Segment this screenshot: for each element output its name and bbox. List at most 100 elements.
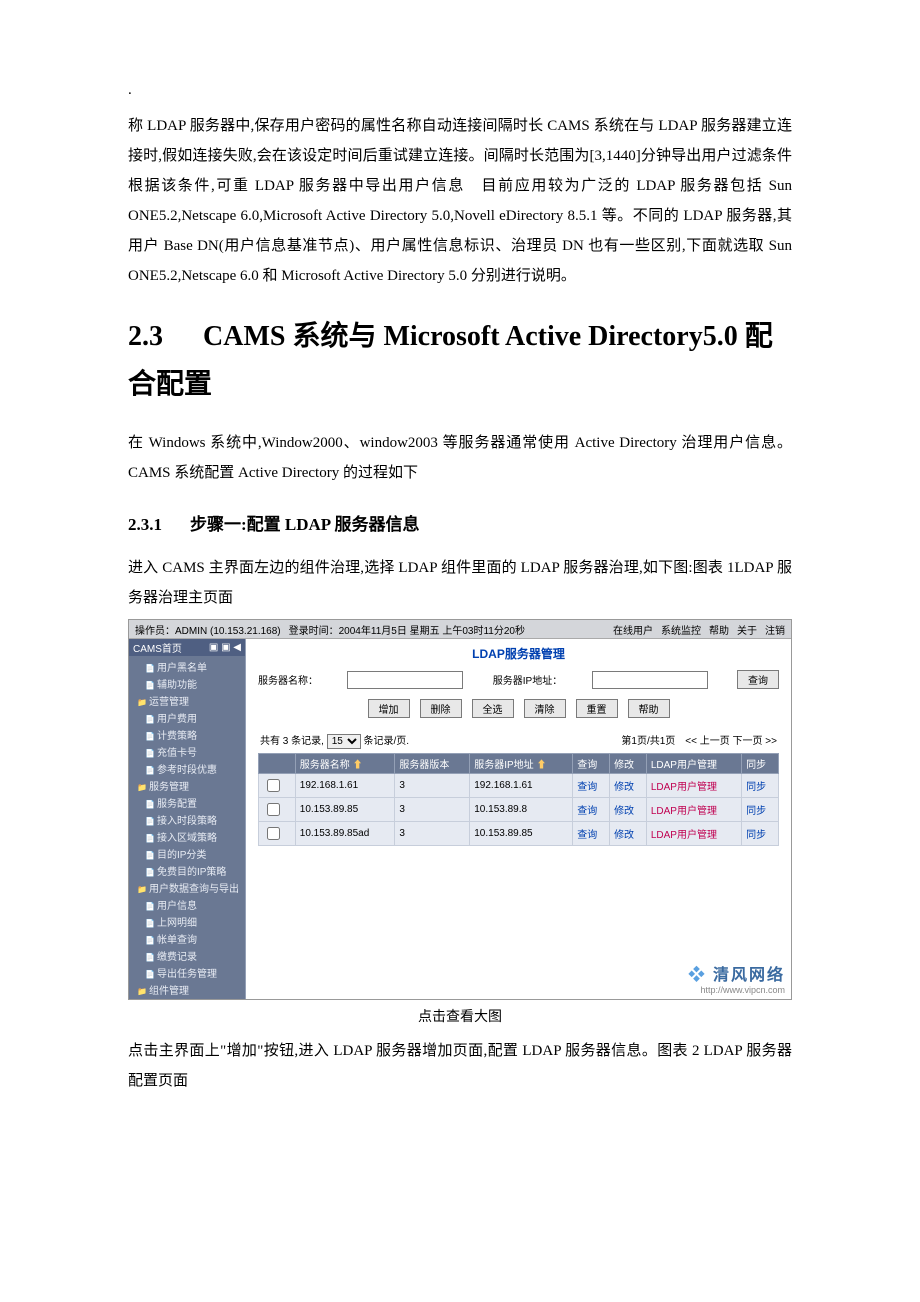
row-query-link[interactable]: 查询 — [573, 822, 610, 846]
delete-button[interactable]: 删除 — [420, 699, 462, 718]
subsection-heading-2-3-1: 2.3.1 步骤一:配置 LDAP 服务器信息 — [128, 510, 792, 535]
add-button[interactable]: 增加 — [368, 699, 410, 718]
link-online-users[interactable]: 在线用户 — [613, 622, 653, 637]
nav-item[interactable]: 接入时段策略 — [133, 811, 243, 828]
table-header-row: 服务器名称 ⬆服务器版本服务器IP地址 ⬆查询修改LDAP用户管理同步 — [259, 754, 779, 774]
row-ldap-user-link[interactable]: LDAP用户管理 — [646, 798, 741, 822]
table-header-cell: 服务器版本 — [395, 754, 470, 774]
table-header-cell: 服务器名称 ⬆ — [295, 754, 395, 774]
leading-dot: . — [128, 82, 792, 99]
main-panel: LDAP服务器管理 服务器名称： 服务器IP地址： 查询 增加 删除 全选 清除… — [246, 639, 791, 999]
figure-intro-paragraph: 进入 CAMS 主界面左边的组件治理,选择 LDAP 组件里面的 LDAP 服务… — [128, 553, 792, 613]
nav-item[interactable]: 免费目的IP策略 — [133, 862, 243, 879]
watermark: ❖ 清风网络 http://www.vipcn.com — [689, 961, 785, 995]
nav-item[interactable]: 充值卡号 — [133, 743, 243, 760]
operator-label: 操作员：ADMIN (10.153.21.168) — [135, 622, 281, 637]
watermark-cn: ❖ 清风网络 — [689, 961, 785, 985]
page-nav[interactable]: 第1页/共1页 << 上一页 下一页 >> — [621, 732, 777, 749]
row-query-link[interactable]: 查询 — [573, 798, 610, 822]
server-ip-cell: 10.153.89.85 — [470, 822, 573, 846]
search-row: 服务器名称： 服务器IP地址： 查询 — [246, 666, 791, 693]
table-header-cell: 查询 — [573, 754, 610, 774]
nav-item[interactable]: 目的IP分类 — [133, 845, 243, 862]
record-count-suffix: 条记录/页. — [363, 736, 409, 747]
table-header-cell: 修改 — [610, 754, 647, 774]
help-button[interactable]: 帮助 — [628, 699, 670, 718]
nav-item[interactable]: 辅助功能 — [133, 675, 243, 692]
nav-item[interactable]: 导出任务管理 — [133, 964, 243, 981]
server-name-input[interactable] — [347, 671, 463, 689]
select-all-button[interactable]: 全选 — [472, 699, 514, 718]
nav-item[interactable]: 缴费记录 — [133, 947, 243, 964]
nav-item[interactable]: 用户信息 — [133, 896, 243, 913]
table-header-cell — [259, 754, 296, 774]
row-query-link[interactable]: 查询 — [573, 774, 610, 798]
row-modify-link[interactable]: 修改 — [610, 798, 647, 822]
server-version-cell: 3 — [395, 822, 470, 846]
nav-item[interactable]: 运营管理 — [133, 692, 243, 709]
server-name-label: 服务器名称： — [258, 672, 318, 687]
row-sync-link[interactable]: 同步 — [742, 822, 779, 846]
table-header-cell: 同步 — [742, 754, 779, 774]
subsection-number: 2.3.1 — [128, 515, 162, 534]
nav-item[interactable]: 用户黑名单 — [133, 658, 243, 675]
table-row: 10.153.89.85ad310.153.89.85查询修改LDAP用户管理同… — [259, 822, 779, 846]
embedded-screenshot: 操作员：ADMIN (10.153.21.168) 登录时间：2004年11月5… — [128, 619, 792, 1000]
pagination-row: 共有 3 条记录, 15 条记录/页. 第1页/共1页 << 上一页 下一页 >… — [246, 728, 791, 753]
row-sync-link[interactable]: 同步 — [742, 774, 779, 798]
row-modify-link[interactable]: 修改 — [610, 774, 647, 798]
nav-item[interactable]: 上网明细 — [133, 913, 243, 930]
link-logout[interactable]: 注销 — [765, 622, 785, 637]
row-checkbox-cell — [259, 774, 296, 798]
action-button-row: 增加 删除 全选 清除 重置 帮助 — [246, 693, 791, 728]
server-name-cell: 192.168.1.61 — [295, 774, 395, 798]
cams-home-header[interactable]: CAMS首页 ▣ ▣ ◀ — [129, 639, 245, 656]
nav-item[interactable]: 接入区域策略 — [133, 828, 243, 845]
watermark-url: http://www.vipcn.com — [689, 985, 785, 995]
login-time-label: 登录时间：2004年11月5日 星期五 上午03时11分20秒 — [289, 622, 525, 637]
table-header-cell: LDAP用户管理 — [646, 754, 741, 774]
panel-title: LDAP服务器管理 — [246, 639, 791, 666]
nav-item[interactable]: 参考时段优惠 — [133, 760, 243, 777]
trailing-paragraph: 点击主界面上"增加"按钮,进入 LDAP 服务器增加页面,配置 LDAP 服务器… — [128, 1036, 792, 1096]
section-intro-paragraph: 在 Windows 系统中,Window2000、window2003 等服务器… — [128, 428, 792, 488]
row-ldap-user-link[interactable]: LDAP用户管理 — [646, 774, 741, 798]
nav-item[interactable]: 服务配置 — [133, 794, 243, 811]
reset-button[interactable]: 重置 — [576, 699, 618, 718]
table-body: 192.168.1.613192.168.1.61查询修改LDAP用户管理同步1… — [259, 774, 779, 846]
nav-item[interactable]: 内容计费组件 — [133, 998, 243, 999]
server-ip-label: 服务器IP地址： — [493, 672, 562, 687]
link-about[interactable]: 关于 — [737, 622, 757, 637]
link-help[interactable]: 帮助 — [709, 622, 729, 637]
tree-toggle-icon[interactable]: ▣ ▣ ◀ — [209, 642, 241, 653]
row-checkbox[interactable] — [267, 803, 280, 816]
nav-item[interactable]: 计费策略 — [133, 726, 243, 743]
row-checkbox[interactable] — [267, 827, 280, 840]
record-count-prefix: 共有 3 条记录, — [260, 736, 324, 747]
link-system-monitor[interactable]: 系统监控 — [661, 622, 701, 637]
figure-caption-link[interactable]: 点击查看大图 — [128, 1006, 792, 1026]
server-version-cell: 3 — [395, 798, 470, 822]
record-count: 共有 3 条记录, 15 条记录/页. — [260, 732, 409, 749]
nav-item[interactable]: 组件管理 — [133, 981, 243, 998]
per-page-select[interactable]: 15 — [327, 734, 361, 749]
nav-tree: 用户黑名单辅助功能运营管理用户费用计费策略充值卡号参考时段优惠服务管理服务配置接… — [129, 656, 245, 999]
row-checkbox[interactable] — [267, 779, 280, 792]
server-table: 服务器名称 ⬆服务器版本服务器IP地址 ⬆查询修改LDAP用户管理同步 192.… — [258, 753, 779, 846]
section-title: CAMS 系统与 Microsoft Active Directory5.0 配… — [128, 321, 773, 400]
row-ldap-user-link[interactable]: LDAP用户管理 — [646, 822, 741, 846]
section-number: 2.3 — [128, 321, 163, 352]
nav-item[interactable]: 服务管理 — [133, 777, 243, 794]
nav-item[interactable]: 帐单查询 — [133, 930, 243, 947]
row-sync-link[interactable]: 同步 — [742, 798, 779, 822]
topbar: 操作员：ADMIN (10.153.21.168) 登录时间：2004年11月5… — [129, 620, 791, 639]
search-button[interactable]: 查询 — [737, 670, 779, 689]
server-ip-input[interactable] — [592, 671, 708, 689]
subsection-title: 步骤一:配置 LDAP 服务器信息 — [190, 515, 420, 534]
clear-button[interactable]: 清除 — [524, 699, 566, 718]
row-modify-link[interactable]: 修改 — [610, 822, 647, 846]
server-ip-cell: 10.153.89.8 — [470, 798, 573, 822]
nav-item[interactable]: 用户数据查询与导出 — [133, 879, 243, 896]
nav-item[interactable]: 用户费用 — [133, 709, 243, 726]
figure-body: CAMS首页 ▣ ▣ ◀ 用户黑名单辅助功能运营管理用户费用计费策略充值卡号参考… — [129, 639, 791, 999]
